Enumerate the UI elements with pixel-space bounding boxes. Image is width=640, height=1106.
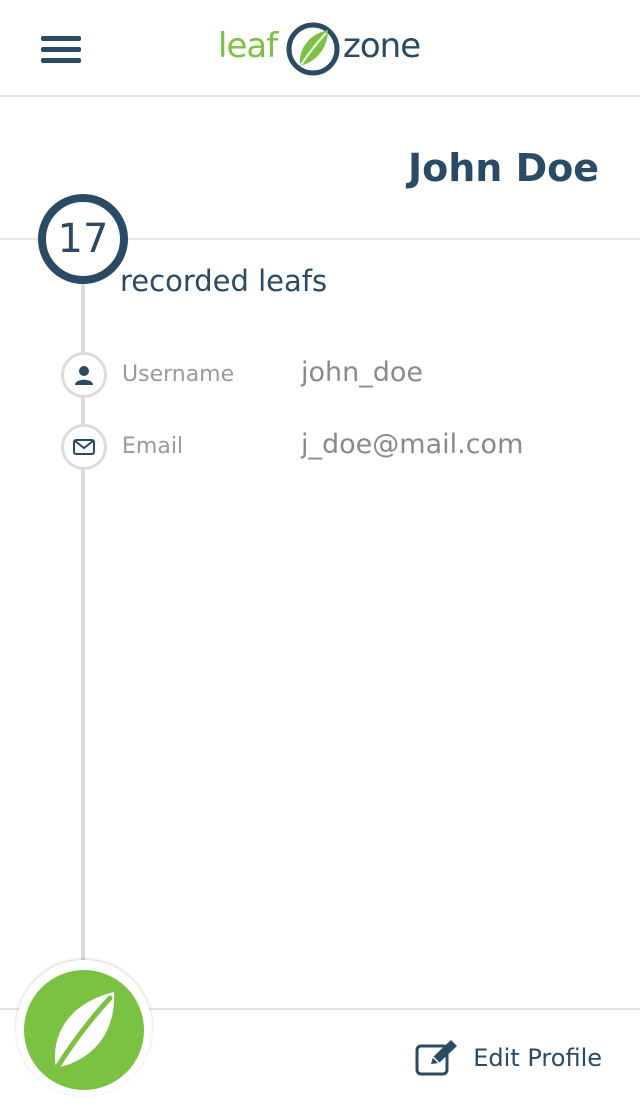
username-label: Username <box>122 362 235 387</box>
edit-profile-label: Edit Profile <box>473 1044 602 1072</box>
logo-text-leaf: leaf <box>218 26 278 66</box>
profile-name: John Doe <box>407 146 599 190</box>
menu-bar-3 <box>41 58 81 63</box>
envelope-icon-glyph <box>73 439 95 455</box>
logo-text-zone: zone <box>343 26 421 66</box>
email-row: Email j_doe@mail.com <box>0 424 640 470</box>
app-header: leaf zone <box>0 0 640 97</box>
leaf-icon <box>55 992 115 1069</box>
menu-bar-2 <box>41 47 81 52</box>
hamburger-menu-icon[interactable] <box>41 36 81 64</box>
edit-profile-button[interactable]: Edit Profile <box>415 1036 602 1080</box>
app-logo[interactable]: leaf zone <box>218 16 438 78</box>
user-icon-glyph <box>75 366 93 385</box>
logo-leaf-icon <box>286 22 340 76</box>
leaf-count-label: recorded leafs <box>120 264 328 298</box>
email-value: j_doe@mail.com <box>301 429 524 460</box>
envelope-icon <box>61 424 107 470</box>
user-icon <box>61 352 107 398</box>
email-label: Email <box>122 434 184 459</box>
edit-icon <box>415 1040 458 1076</box>
username-row: Username john_doe <box>0 352 640 398</box>
menu-bar-1 <box>41 36 81 41</box>
leaf-count-badge: 17 <box>38 194 128 284</box>
add-leaf-button[interactable] <box>24 970 144 1090</box>
username-value: john_doe <box>301 357 424 388</box>
